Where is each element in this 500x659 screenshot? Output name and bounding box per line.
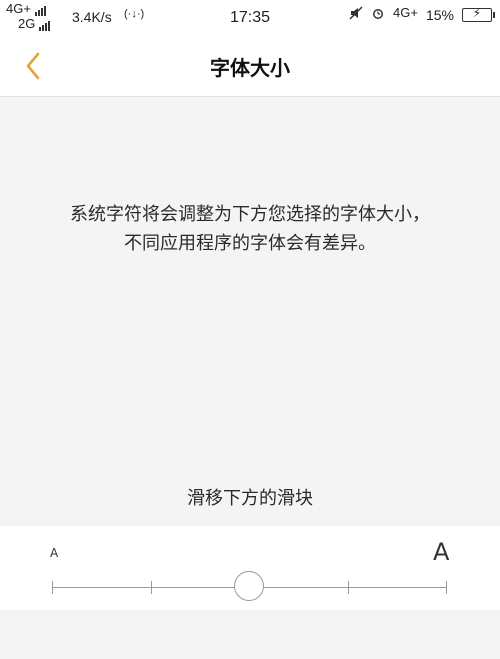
alarm-icon xyxy=(371,6,385,23)
battery-icon: ⚡ xyxy=(462,6,495,22)
slider-tick[interactable] xyxy=(348,581,349,594)
status-icons-right: 4G+ 15% ⚡ xyxy=(349,5,495,23)
description-line-1: 系统字符将会调整为下方您选择的字体大小， xyxy=(70,204,430,225)
font-size-slider-panel: A A xyxy=(0,526,500,610)
small-font-label: A xyxy=(50,546,59,560)
large-font-label: A xyxy=(433,538,450,566)
slider-hint: 滑移下方的滑块 xyxy=(187,488,313,509)
mute-icon xyxy=(349,6,363,23)
slider-tick[interactable] xyxy=(151,581,152,594)
slider-thumb[interactable] xyxy=(234,571,264,601)
title-bar: 字体大小 xyxy=(0,36,500,97)
battery-percent: 15% xyxy=(425,6,454,23)
page-title: 字体大小 xyxy=(210,56,290,80)
description-line-2: 不同应用程序的字体会有差异。 xyxy=(124,233,376,254)
status-bar: 4G+ 2G 3.4K/s (·↓·) 17:35 4G+ 15% ⚡ xyxy=(0,0,500,36)
slider-tick[interactable] xyxy=(446,581,447,594)
network-type-right: 4G+ xyxy=(393,5,418,20)
description-text: 系统字符将会调整为下方您选择的字体大小， 不同应用程序的字体会有差异。 xyxy=(0,200,500,258)
slider-tick[interactable] xyxy=(52,581,53,594)
